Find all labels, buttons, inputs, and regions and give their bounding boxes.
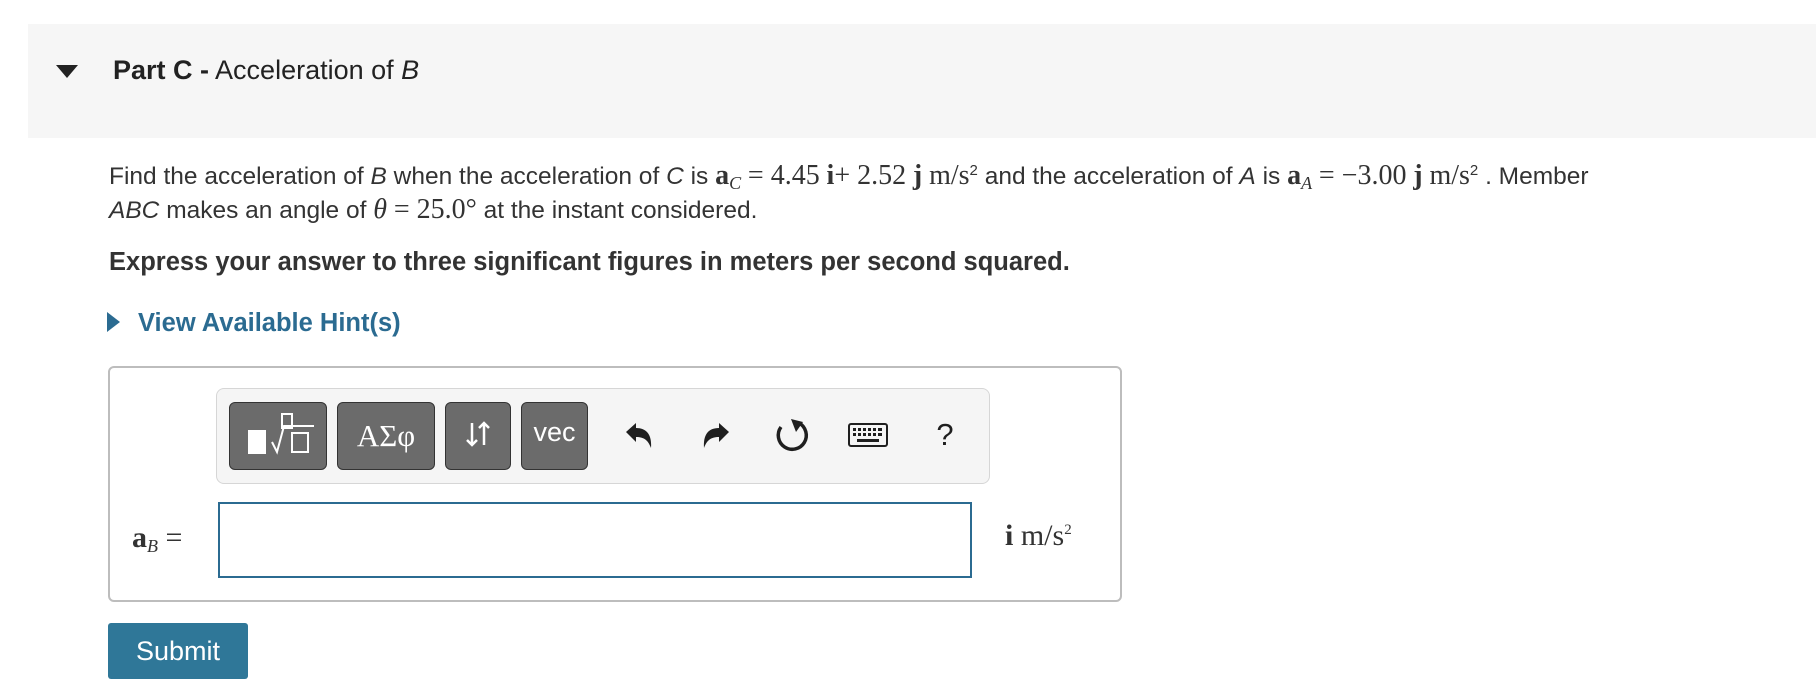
keyboard-icon[interactable] xyxy=(846,408,890,462)
problem-line-2: ABC makes an angle of θ = 25.0° at the i… xyxy=(109,194,757,226)
answer-units: i m/s2 xyxy=(1005,519,1072,553)
problem-text: . Member xyxy=(1485,163,1589,190)
unit-vector-j: j xyxy=(1413,160,1423,191)
part-title-var: B xyxy=(401,55,420,85)
math-value: = −3.00 xyxy=(1318,160,1407,191)
problem-var: ABC xyxy=(109,197,160,224)
greek-symbols-button[interactable]: ΑΣφ xyxy=(337,402,435,470)
problem-var: B xyxy=(370,163,387,190)
problem-var: A xyxy=(1239,163,1256,190)
expand-triangle-icon xyxy=(107,312,120,332)
view-hints-link[interactable]: View Available Hint(s) xyxy=(107,309,401,338)
part-title-text: Acceleration of xyxy=(215,55,394,85)
math-unit: m/s xyxy=(1429,160,1470,191)
unit-vector-j: j xyxy=(912,160,923,191)
problem-line-1: Find the acceleration of B when the acce… xyxy=(109,160,1589,194)
vector-button[interactable]: vec xyxy=(521,402,588,470)
problem-var: C xyxy=(666,163,684,190)
part-title: Part C - Acceleration of B xyxy=(113,55,419,86)
collapse-caret-icon[interactable] xyxy=(56,65,78,78)
math-subscript: A xyxy=(1301,173,1313,193)
instruction-text: Express your answer to three significant… xyxy=(109,248,1070,276)
reset-icon[interactable] xyxy=(770,408,814,462)
vector-label: vec xyxy=(533,416,576,447)
help-button[interactable]: ? xyxy=(925,408,965,462)
problem-text: is xyxy=(1262,163,1281,190)
arrange-button[interactable] xyxy=(445,402,511,470)
problem-text: Find the acceleration of xyxy=(109,163,364,190)
answer-label: aB = xyxy=(132,521,182,557)
equals-sign: = xyxy=(165,521,183,554)
up-down-arrows-icon xyxy=(461,417,495,456)
problem-text: at the instant considered. xyxy=(483,197,758,224)
redo-icon[interactable] xyxy=(694,408,738,462)
answer-symbol: a xyxy=(132,521,147,554)
answer-input[interactable] xyxy=(218,502,972,578)
undo-icon[interactable] xyxy=(617,408,661,462)
question-mark-icon: ? xyxy=(936,417,954,452)
view-hints-label: View Available Hint(s) xyxy=(138,309,401,337)
math-symbol: a xyxy=(1287,160,1302,191)
problem-text: and the acceleration of xyxy=(984,163,1233,190)
math-exponent: 2 xyxy=(969,161,978,179)
templates-button[interactable] xyxy=(229,402,327,470)
math-unit: m/s xyxy=(929,160,970,191)
answer-unit: m/s xyxy=(1020,519,1065,552)
math-value: + 2.52 xyxy=(834,160,907,191)
unit-vector-i: i xyxy=(1005,519,1014,552)
part-header[interactable]: Part C - Acceleration of B xyxy=(28,24,1816,138)
math-value: = 4.45 xyxy=(747,160,820,191)
unit-exponent: 2 xyxy=(1064,522,1072,538)
math-symbol: θ xyxy=(373,194,387,225)
answer-subscript: B xyxy=(147,536,158,556)
math-value: = 25.0° xyxy=(393,194,477,225)
greek-symbols-label: ΑΣφ xyxy=(356,418,416,453)
submit-button[interactable]: Submit xyxy=(108,623,248,679)
problem-text: when the acceleration of xyxy=(393,163,660,190)
part-label: Part C - xyxy=(113,55,210,85)
problem-text: makes an angle of xyxy=(166,197,367,224)
math-symbol: a xyxy=(715,160,730,191)
math-subscript: C xyxy=(729,173,742,193)
problem-text: is xyxy=(690,163,709,190)
math-exponent: 2 xyxy=(1469,161,1479,179)
templates-icon xyxy=(236,408,320,465)
